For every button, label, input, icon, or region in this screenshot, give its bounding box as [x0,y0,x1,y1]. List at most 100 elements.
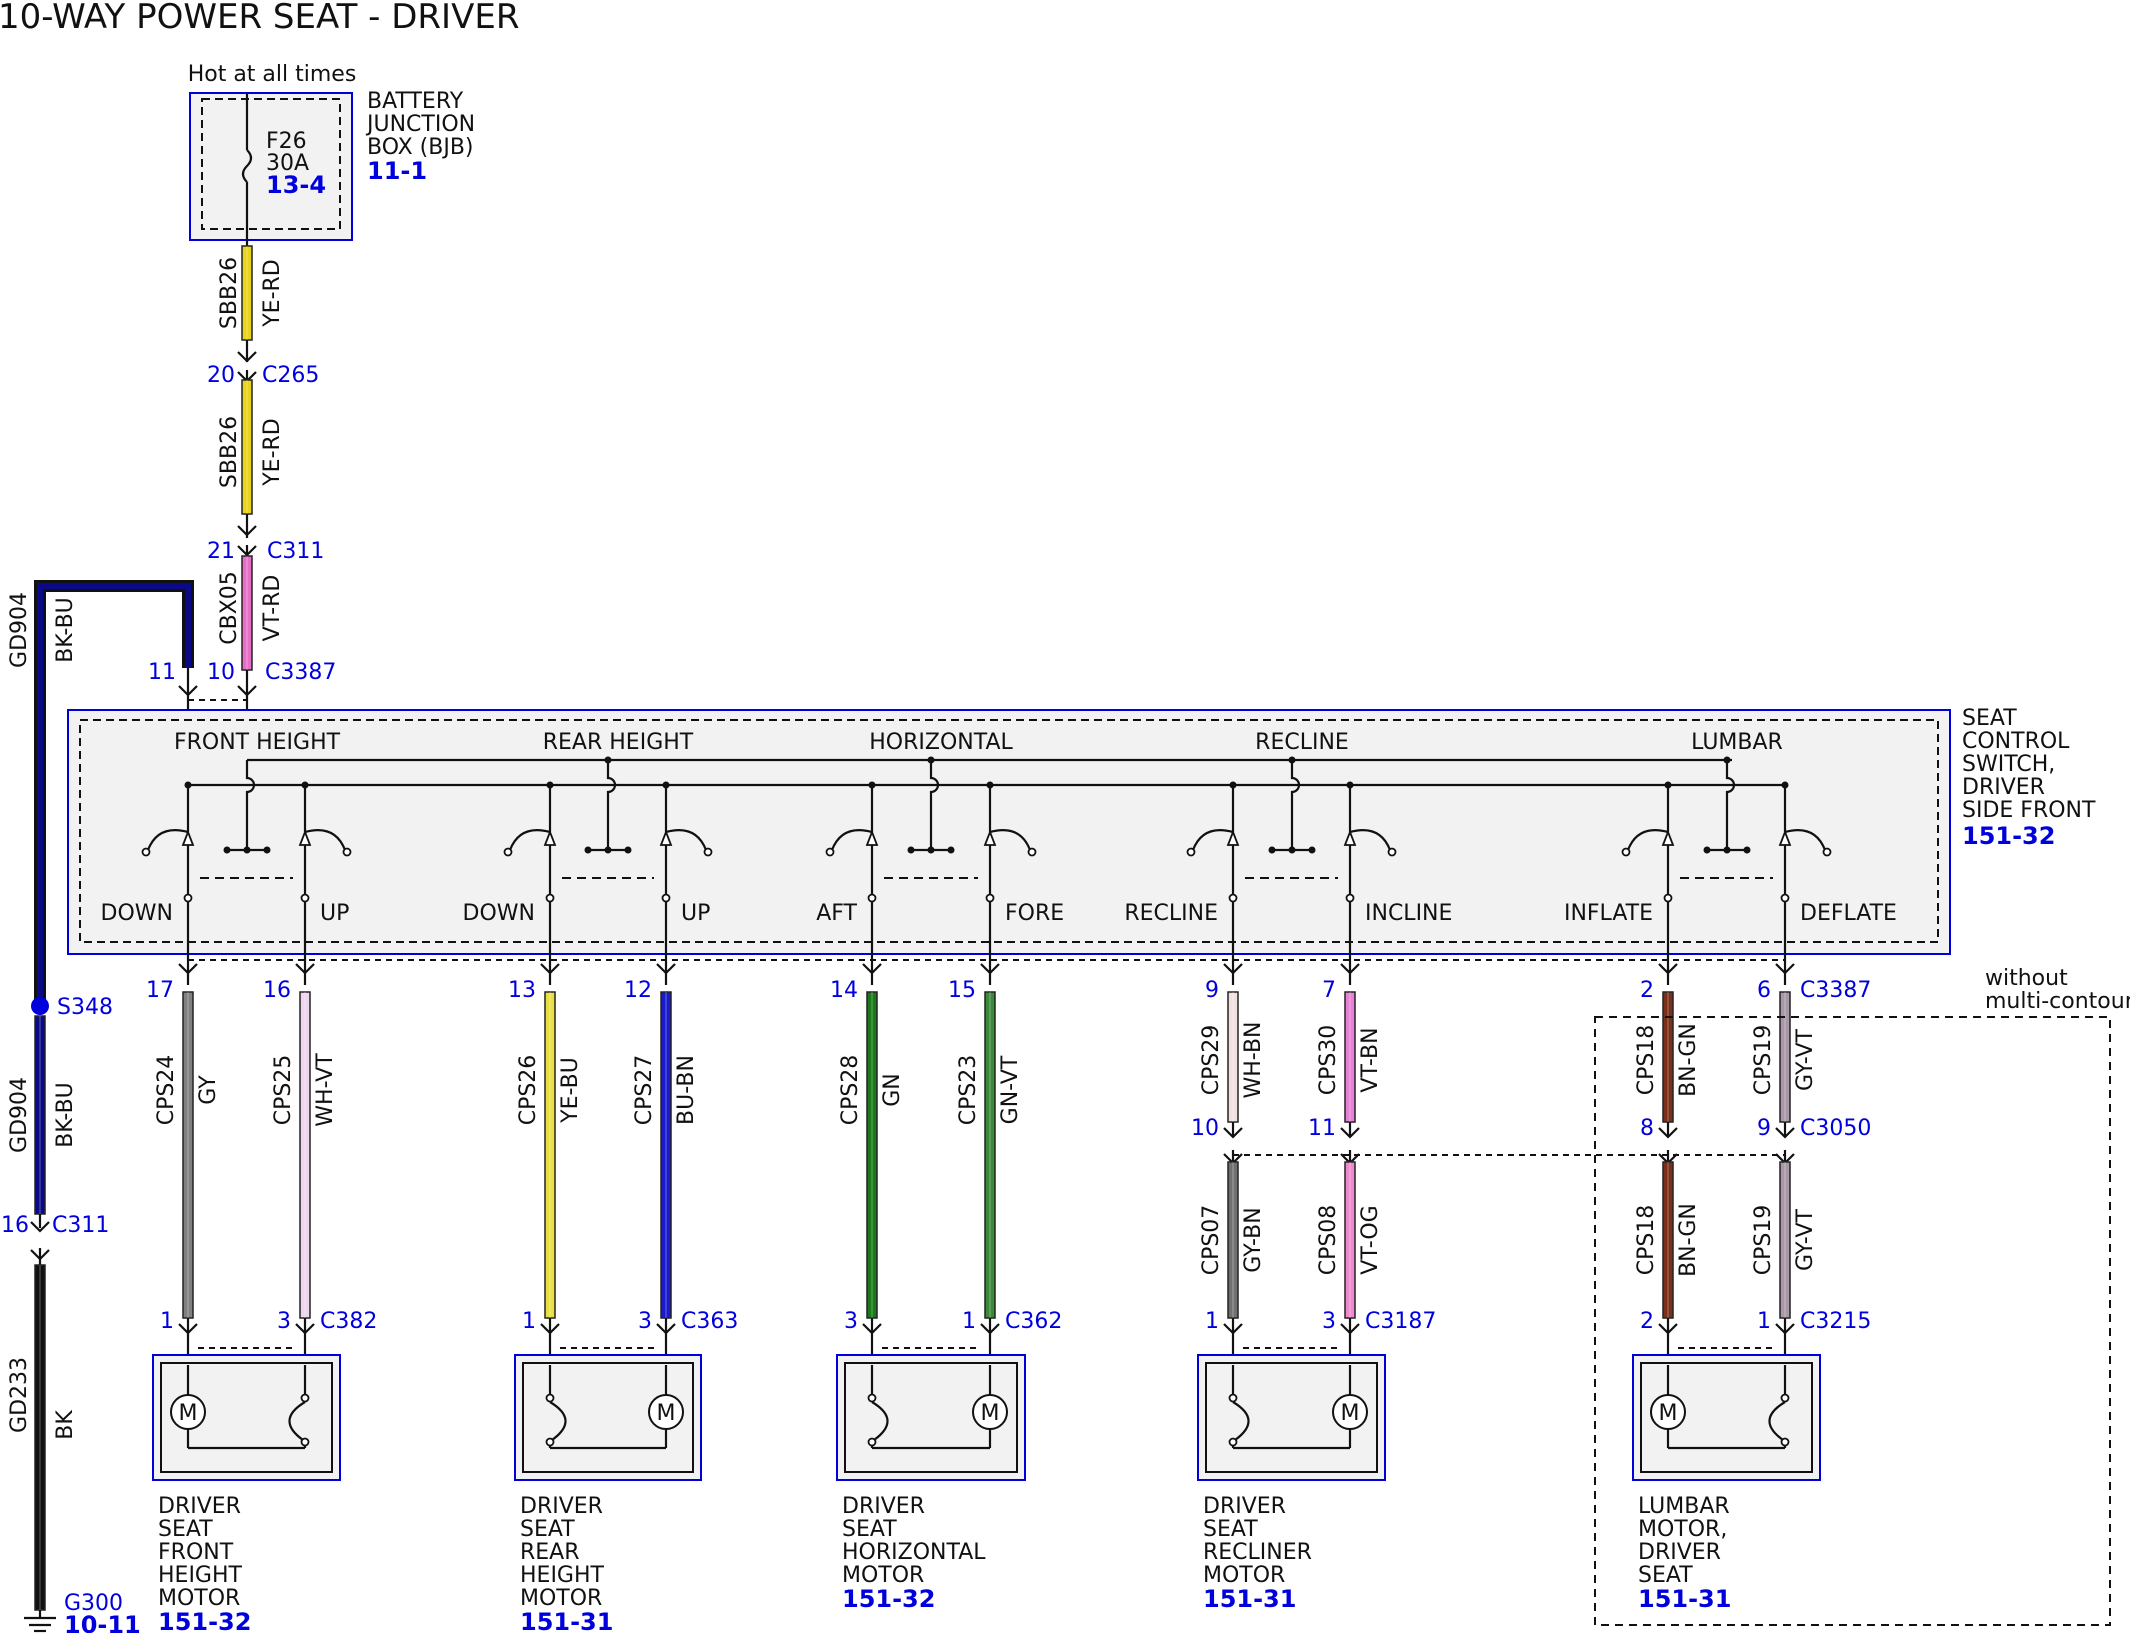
motor-ref: 151-32 [158,1608,251,1633]
motor-name-line: DRIVER [158,1494,241,1519]
switch-direction-label: DEFLATE [1800,901,1897,926]
bjb-name-line: JUNCTION [365,112,475,137]
switch-direction-label: INCLINE [1365,901,1452,926]
limit-contact [867,1437,877,1447]
pin-number: 1 [522,1309,536,1334]
pin-number: 10 [1191,1116,1219,1141]
motor-ref: 151-31 [1638,1585,1731,1613]
switch-name-line: SEAT [1962,706,2017,731]
switch-open-contact [1387,847,1397,857]
wire-circuit-label: CPS26 [516,1055,541,1126]
motor-name-line: SEAT [1203,1517,1258,1542]
wire-circuit-label: CPS23 [956,1055,981,1126]
wire-circuit-label: CPS29 [1199,1025,1224,1096]
wire-color-label: YE-RD [260,418,285,487]
fuse-ref: 13-4 [266,171,326,199]
switch-direction-label: RECLINE [1124,901,1218,926]
motor-symbol-label: M [981,1401,1000,1426]
connector-label: C3050 [1800,1116,1871,1141]
switch-section-label: RECLINE [1255,730,1349,755]
wiring-diagram: 10-WAY POWER SEAT - DRIVER Hot at all tim… [0,0,2130,1633]
pin-number: 3 [638,1309,652,1334]
pin-number: 3 [1322,1309,1336,1334]
pin-number: 1 [1205,1309,1219,1334]
motor-name-line: DRIVER [1638,1540,1721,1565]
switch-pivot [183,893,193,903]
pin-number: 9 [1205,978,1219,1003]
switch-open-contact [825,847,835,857]
pin-number: 13 [508,978,536,1003]
wire-circuit-label: CPS08 [1316,1205,1341,1276]
limit-contact [300,1393,310,1403]
wire-circuit-label: CPS28 [838,1055,863,1126]
wire-circuit-label: CBX05 [217,571,242,645]
switch-pivot [867,893,877,903]
wire-color-label: GN-VT [998,1055,1023,1124]
switch-pivot [1228,893,1238,903]
connector-label: C3387 [1800,978,1871,1003]
motor-ref: 151-31 [1203,1585,1296,1613]
switch-pivot [661,893,671,903]
motor-name-line: SEAT [520,1517,575,1542]
connector-label: C382 [320,1309,377,1334]
motor-name-line: HEIGHT [520,1563,605,1588]
switch-open-contact [1186,847,1196,857]
limit-contact [1228,1437,1238,1447]
hot-at-all-times-label: Hot at all times [188,62,357,87]
motor-symbol-label: M [1659,1401,1678,1426]
pin-number: 11 [148,660,176,685]
wire-circuit-label: CPS24 [154,1055,179,1126]
motor-name-line: DRIVER [520,1494,603,1519]
pin-number: 20 [207,363,235,388]
pin-number: 9 [1757,1116,1771,1141]
motor-name-line: SEAT [842,1517,897,1542]
wire-color-label: VT-BN [1358,1027,1383,1092]
wire-circuit-label: SBB26 [217,416,242,488]
wire-color-label: GN [880,1073,905,1107]
switch-name-line: SWITCH, [1962,752,2055,777]
switch-open-contact [141,847,151,857]
motor-symbol-label: M [1341,1401,1360,1426]
switch-pivot [1663,893,1673,903]
switch-pivot [545,893,555,903]
pin-number: 1 [160,1309,174,1334]
wire-circuit-label: CPS19 [1751,1025,1776,1096]
pin-number: 2 [1640,1309,1654,1334]
pin-number: 17 [146,978,174,1003]
pin-number: 12 [624,978,652,1003]
switch-direction-label: INFLATE [1564,901,1653,926]
motor-name-line: HORIZONTAL [842,1540,986,1565]
option-label: without [1985,966,2068,991]
motor-name-line: DRIVER [1203,1494,1286,1519]
pin-number: 14 [830,978,858,1003]
switch-open-contact [1027,847,1037,857]
bjb-name-line: BATTERY [367,89,464,114]
switch-open-contact [342,847,352,857]
connector-label: C311 [267,539,324,564]
wire-circuit-label: CPS25 [271,1055,296,1126]
wire-color-label: BU-BN [674,1055,699,1125]
wire-circuit-label: CPS18 [1634,1205,1659,1276]
splice-dot [31,997,49,1015]
wire-color-label: GY-BN [1241,1207,1266,1272]
switch-direction-label: FORE [1005,901,1064,926]
connector-label: C3215 [1800,1309,1871,1334]
motor-name-line: SEAT [158,1517,213,1542]
motor-symbol-label: M [179,1401,198,1426]
wire-color-label: BK [53,1410,78,1440]
switch-direction-label: UP [681,901,710,926]
wire-color-label: VT-RD [260,575,285,642]
pin-number: 11 [1308,1116,1336,1141]
switch-section-label: FRONT HEIGHT [174,730,341,755]
pin-number: 2 [1640,978,1654,1003]
connector-label: C363 [681,1309,738,1334]
wire-color-label: WH-BN [1241,1022,1266,1099]
motor-ref: 151-32 [842,1585,935,1613]
limit-contact [1780,1393,1790,1403]
limit-contact [545,1437,555,1447]
switch-name-line: CONTROL [1962,729,2070,754]
pin-number: 8 [1640,1116,1654,1141]
switch-pivot [1780,893,1790,903]
page-title: 10-WAY POWER SEAT - DRIVER [0,0,519,37]
switch-pivot [1345,893,1355,903]
